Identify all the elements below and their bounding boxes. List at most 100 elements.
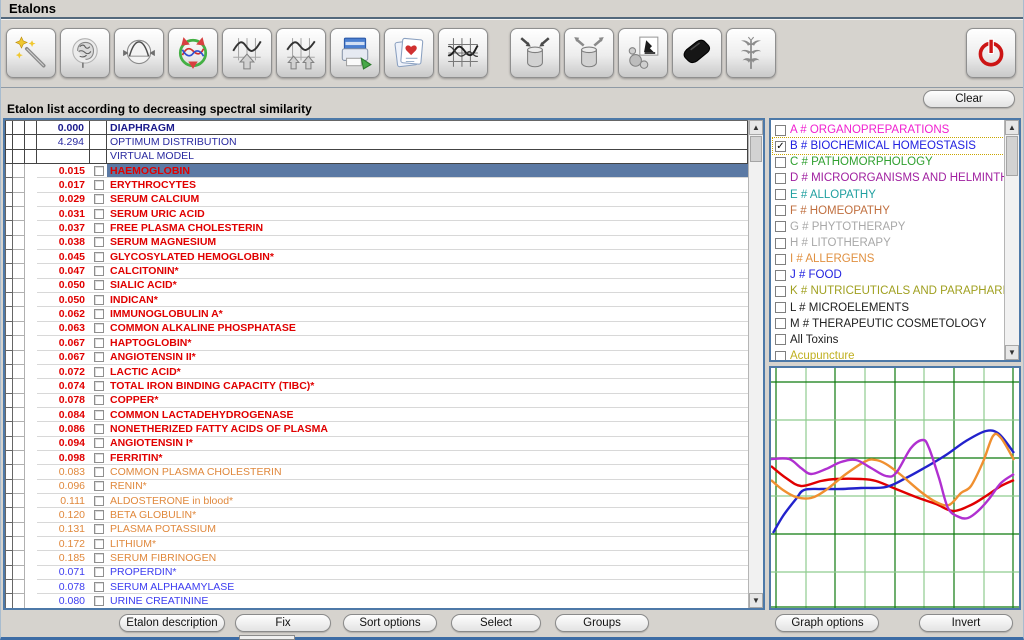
category-checkbox[interactable] xyxy=(775,270,786,281)
plant-button[interactable] xyxy=(726,28,776,78)
etalon-row[interactable]: 4.294 OPTIMUM DISTRIBUTION xyxy=(5,135,748,149)
scroll-track[interactable] xyxy=(749,163,763,593)
etalon-row[interactable]: 0.084 COMMON LACTADEHYDROGENASE xyxy=(5,408,748,422)
etalon-checkbox[interactable] xyxy=(94,453,104,463)
etalon-row[interactable]: 0.131 PLASMA POTASSIUM xyxy=(5,523,748,537)
category-item[interactable]: I # ALLERGENS xyxy=(773,251,1004,267)
etalon-checkbox[interactable] xyxy=(94,352,104,362)
category-scroll-thumb[interactable] xyxy=(1006,136,1018,176)
category-checkbox[interactable] xyxy=(775,254,786,265)
category-checkbox[interactable] xyxy=(775,173,786,184)
etalon-checkbox[interactable] xyxy=(94,510,104,520)
etalon-row[interactable]: 0.029 SERUM CALCIUM xyxy=(5,193,748,207)
etalon-checkbox[interactable] xyxy=(94,180,104,190)
category-checkbox[interactable] xyxy=(775,189,786,200)
etalon-checkbox[interactable] xyxy=(94,582,104,592)
category-checkbox[interactable] xyxy=(775,318,786,329)
etalon-row[interactable]: VIRTUAL MODEL xyxy=(5,150,748,164)
etalon-row[interactable]: 0.172 LITHIUM* xyxy=(5,537,748,551)
etalon-checkbox[interactable] xyxy=(94,367,104,377)
category-item[interactable]: All Toxins xyxy=(773,332,1004,348)
category-item[interactable]: K # NUTRICEUTICALS AND PARAPHARMACEU xyxy=(773,283,1004,299)
etalon-row[interactable]: 0.111 ALDOSTERONE in blood* xyxy=(5,494,748,508)
etalon-row[interactable]: 0.185 SERUM FIBRINOGEN xyxy=(5,551,748,565)
etalon-checkbox[interactable] xyxy=(94,596,104,606)
etalon-checkbox[interactable] xyxy=(94,252,104,262)
category-item[interactable]: H # LITOTHERAPY xyxy=(773,235,1004,251)
scroll-up-button[interactable]: ▲ xyxy=(749,120,763,135)
etalon-row[interactable]: 0.037 FREE PLASMA CHOLESTERIN xyxy=(5,221,748,235)
etalon-checkbox[interactable] xyxy=(94,237,104,247)
etalon-checkbox[interactable] xyxy=(94,524,104,534)
etalon-checkbox[interactable] xyxy=(94,553,104,563)
clear-button[interactable]: Clear xyxy=(923,90,1015,108)
etalon-checkbox[interactable] xyxy=(94,309,104,319)
category-scroll-up-button[interactable]: ▲ xyxy=(1005,120,1019,135)
category-checkbox[interactable] xyxy=(775,221,786,232)
etalon-row[interactable]: 0.015 HAEMOGLOBIN xyxy=(5,164,748,178)
etalon-row[interactable]: 0.067 ANGIOTENSIN II* xyxy=(5,351,748,365)
category-item[interactable]: F # HOMEOPATHY xyxy=(773,203,1004,219)
etalon-row[interactable]: 0.096 RENIN* xyxy=(5,480,748,494)
category-checkbox[interactable] xyxy=(775,334,786,345)
etalon-row[interactable]: 0.072 LACTIC ACID* xyxy=(5,365,748,379)
etalon-checkbox[interactable] xyxy=(94,209,104,219)
category-item[interactable]: A # ORGANOPREPARATIONS xyxy=(773,122,1004,138)
select-button[interactable]: Select xyxy=(451,614,541,632)
etalon-checkbox[interactable] xyxy=(94,410,104,420)
chart-two-arrows-button[interactable] xyxy=(276,28,326,78)
category-checkbox[interactable] xyxy=(775,238,786,249)
etalon-row[interactable]: 0.050 SIALIC ACID* xyxy=(5,279,748,293)
etalon-checkbox[interactable] xyxy=(94,266,104,276)
etalon-checkbox[interactable] xyxy=(94,424,104,434)
chart-arrow-up-button[interactable] xyxy=(222,28,272,78)
etalon-checkbox[interactable] xyxy=(94,338,104,348)
etalon-row[interactable]: 0.086 NONETHERIZED FATTY ACIDS OF PLASMA xyxy=(5,422,748,436)
category-scroll-track[interactable] xyxy=(1005,177,1019,345)
category-scrollbar[interactable]: ▲ ▼ xyxy=(1004,120,1019,360)
container-out-button[interactable] xyxy=(564,28,614,78)
etalon-checkbox[interactable] xyxy=(94,280,104,290)
scroll-thumb[interactable] xyxy=(750,136,762,162)
sort-options-button[interactable]: Sort options xyxy=(343,614,437,632)
category-item[interactable]: Acupuncture xyxy=(773,348,1004,360)
spectrum-rosette-button[interactable] xyxy=(168,28,218,78)
category-checkbox[interactable] xyxy=(775,286,786,297)
category-item[interactable]: G # PHYTOTHERAPY xyxy=(773,219,1004,235)
etalon-row[interactable]: 0.120 BETA GLOBULIN* xyxy=(5,508,748,522)
etalon-row[interactable]: 0.045 GLYCOSYLATED HEMOGLOBIN* xyxy=(5,250,748,264)
etalon-row[interactable]: 0.038 SERUM MAGNESIUM xyxy=(5,236,748,250)
etalon-list-scrollbar[interactable]: ▲ ▼ xyxy=(748,120,763,608)
category-item[interactable]: E # ALLOPATHY xyxy=(773,187,1004,203)
analysis-button[interactable] xyxy=(618,28,668,78)
category-item[interactable]: D # MICROORGANISMS AND HELMINTHS xyxy=(773,170,1004,186)
category-item[interactable]: M # THERAPEUTIC COSMETOLOGY xyxy=(773,316,1004,332)
card-index-button[interactable] xyxy=(384,28,434,78)
grid-chart-button[interactable] xyxy=(438,28,488,78)
etalon-row[interactable]: 0.078 COPPER* xyxy=(5,394,748,408)
etalon-row[interactable]: 0.063 COMMON ALKALINE PHOSPHATASE xyxy=(5,322,748,336)
print-button[interactable] xyxy=(330,28,380,78)
etalon-row[interactable]: 0.078 SERUM ALPHAAMYLASE xyxy=(5,580,748,594)
black-stone-button[interactable] xyxy=(672,28,722,78)
etalon-checkbox[interactable] xyxy=(94,323,104,333)
etalon-row[interactable]: 0.071 PROPERDIN* xyxy=(5,566,748,580)
etalon-row[interactable]: 0.094 ANGIOTENSIN I* xyxy=(5,437,748,451)
etalon-row[interactable]: 0.080 URINE CREATININE xyxy=(5,594,748,608)
etalon-checkbox[interactable] xyxy=(94,467,104,477)
category-item[interactable]: ✓ B # BIOCHEMICAL HOMEOSTASIS xyxy=(773,138,1004,154)
magic-wand-button[interactable] xyxy=(6,28,56,78)
category-checkbox[interactable] xyxy=(775,205,786,216)
category-checkbox[interactable] xyxy=(775,125,786,136)
etalon-row[interactable]: 0.083 COMMON PLASMA CHOLESTERIN xyxy=(5,465,748,479)
etalon-row[interactable]: 0.000 DIAPHRAGM xyxy=(5,121,748,135)
category-checkbox[interactable] xyxy=(775,351,786,360)
etalon-checkbox[interactable] xyxy=(94,194,104,204)
category-checkbox[interactable] xyxy=(775,157,786,168)
etalon-row[interactable]: 0.067 HAPTOGLOBIN* xyxy=(5,336,748,350)
invert-button[interactable]: Invert xyxy=(919,614,1013,632)
graph-options-button[interactable]: Graph options xyxy=(775,614,879,632)
mesh-sphere-button[interactable] xyxy=(114,28,164,78)
container-in-button[interactable] xyxy=(510,28,560,78)
etalon-checkbox[interactable] xyxy=(94,567,104,577)
